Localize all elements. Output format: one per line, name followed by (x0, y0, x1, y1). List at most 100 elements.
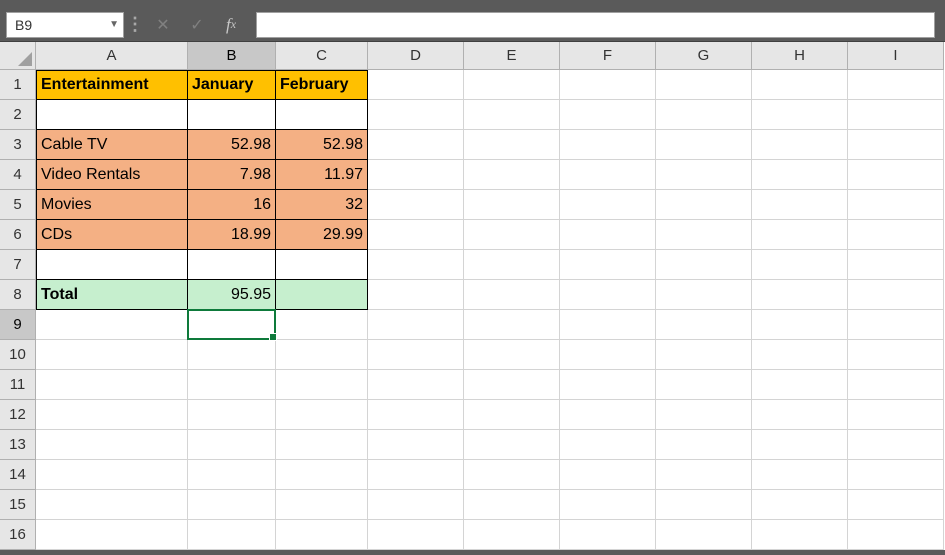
cell-B4[interactable]: 7.98 (188, 160, 276, 190)
column-header-F[interactable]: F (560, 42, 656, 70)
row-header-4[interactable]: 4 (0, 160, 36, 190)
cell-E10[interactable] (464, 340, 560, 370)
cell-B3[interactable]: 52.98 (188, 130, 276, 160)
cell-I8[interactable] (848, 280, 944, 310)
row-header-1[interactable]: 1 (0, 70, 36, 100)
cell-I15[interactable] (848, 490, 944, 520)
cell-E8[interactable] (464, 280, 560, 310)
cell-B6[interactable]: 18.99 (188, 220, 276, 250)
cell-D13[interactable] (368, 430, 464, 460)
cell-G3[interactable] (656, 130, 752, 160)
cell-G7[interactable] (656, 250, 752, 280)
cell-I11[interactable] (848, 370, 944, 400)
cell-H6[interactable] (752, 220, 848, 250)
cell-C9[interactable] (276, 310, 368, 340)
row-header-12[interactable]: 12 (0, 400, 36, 430)
row-header-2[interactable]: 2 (0, 100, 36, 130)
cell-G16[interactable] (656, 520, 752, 550)
cell-I10[interactable] (848, 340, 944, 370)
cell-E6[interactable] (464, 220, 560, 250)
cell-C5[interactable]: 32 (276, 190, 368, 220)
row-header-15[interactable]: 15 (0, 490, 36, 520)
cell-C2[interactable] (276, 100, 368, 130)
cell-I14[interactable] (848, 460, 944, 490)
cell-E2[interactable] (464, 100, 560, 130)
cell-H11[interactable] (752, 370, 848, 400)
column-header-I[interactable]: I (848, 42, 944, 70)
cell-H10[interactable] (752, 340, 848, 370)
cell-B13[interactable] (188, 430, 276, 460)
cell-G11[interactable] (656, 370, 752, 400)
row-header-11[interactable]: 11 (0, 370, 36, 400)
cell-F14[interactable] (560, 460, 656, 490)
cell-A11[interactable] (36, 370, 188, 400)
cell-I6[interactable] (848, 220, 944, 250)
cell-F4[interactable] (560, 160, 656, 190)
cell-B10[interactable] (188, 340, 276, 370)
cell-A10[interactable] (36, 340, 188, 370)
cell-C12[interactable] (276, 400, 368, 430)
cell-G15[interactable] (656, 490, 752, 520)
cell-H12[interactable] (752, 400, 848, 430)
cell-E7[interactable] (464, 250, 560, 280)
row-header-3[interactable]: 3 (0, 130, 36, 160)
cell-I4[interactable] (848, 160, 944, 190)
cell-G9[interactable] (656, 310, 752, 340)
name-box-dropdown-icon[interactable]: ▼ (109, 19, 119, 30)
cell-F10[interactable] (560, 340, 656, 370)
cell-B5[interactable]: 16 (188, 190, 276, 220)
cell-E16[interactable] (464, 520, 560, 550)
cell-E12[interactable] (464, 400, 560, 430)
cell-F5[interactable] (560, 190, 656, 220)
cell-E3[interactable] (464, 130, 560, 160)
cell-D14[interactable] (368, 460, 464, 490)
cell-C13[interactable] (276, 430, 368, 460)
cell-H9[interactable] (752, 310, 848, 340)
cell-E5[interactable] (464, 190, 560, 220)
cell-A13[interactable] (36, 430, 188, 460)
cell-G1[interactable] (656, 70, 752, 100)
cell-C3[interactable]: 52.98 (276, 130, 368, 160)
cell-C8[interactable] (276, 280, 368, 310)
cell-I12[interactable] (848, 400, 944, 430)
cell-I7[interactable] (848, 250, 944, 280)
cell-H13[interactable] (752, 430, 848, 460)
cell-I1[interactable] (848, 70, 944, 100)
column-header-H[interactable]: H (752, 42, 848, 70)
column-header-E[interactable]: E (464, 42, 560, 70)
cell-E4[interactable] (464, 160, 560, 190)
cell-C11[interactable] (276, 370, 368, 400)
cell-D7[interactable] (368, 250, 464, 280)
cell-D11[interactable] (368, 370, 464, 400)
cell-I5[interactable] (848, 190, 944, 220)
cell-B2[interactable] (188, 100, 276, 130)
column-header-G[interactable]: G (656, 42, 752, 70)
cell-A12[interactable] (36, 400, 188, 430)
cell-F9[interactable] (560, 310, 656, 340)
cell-D6[interactable] (368, 220, 464, 250)
cell-B14[interactable] (188, 460, 276, 490)
cell-E1[interactable] (464, 70, 560, 100)
cell-B11[interactable] (188, 370, 276, 400)
row-header-14[interactable]: 14 (0, 460, 36, 490)
cell-C16[interactable] (276, 520, 368, 550)
cell-C10[interactable] (276, 340, 368, 370)
cell-D12[interactable] (368, 400, 464, 430)
cell-I16[interactable] (848, 520, 944, 550)
cell-F6[interactable] (560, 220, 656, 250)
cell-G6[interactable] (656, 220, 752, 250)
formula-input[interactable] (256, 12, 935, 38)
cell-E11[interactable] (464, 370, 560, 400)
cell-I13[interactable] (848, 430, 944, 460)
insert-function-button[interactable]: fx (214, 12, 248, 38)
cell-A7[interactable] (36, 250, 188, 280)
cell-C1[interactable]: February (276, 70, 368, 100)
cell-E14[interactable] (464, 460, 560, 490)
row-header-10[interactable]: 10 (0, 340, 36, 370)
cell-C7[interactable] (276, 250, 368, 280)
cell-A16[interactable] (36, 520, 188, 550)
cell-B9[interactable] (188, 310, 276, 340)
cell-G4[interactable] (656, 160, 752, 190)
cell-A4[interactable]: Video Rentals (36, 160, 188, 190)
select-all-corner[interactable] (0, 42, 36, 70)
